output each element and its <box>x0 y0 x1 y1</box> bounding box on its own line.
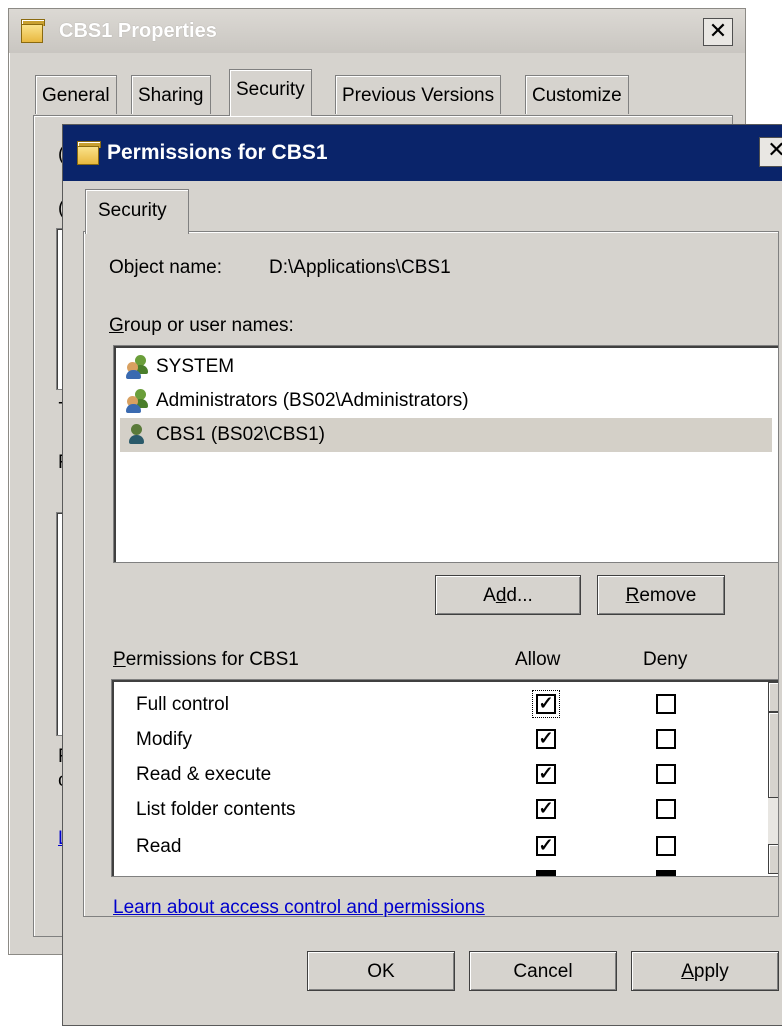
folder-icon <box>77 141 101 165</box>
group-user-listbox[interactable]: SYSTEM Administrators (BS02\Administrato… <box>113 345 779 563</box>
close-icon[interactable]: ✕ <box>759 137 782 167</box>
permission-row: List folder contents <box>136 793 295 827</box>
folder-icon <box>21 19 45 43</box>
permissions-label: Permissions for CBS1 <box>113 649 299 670</box>
object-name-label: Object name: <box>109 257 222 278</box>
permission-name: Modify <box>136 729 192 750</box>
permissions-list: Full control ✓ Modify ✓ Read & execute ✓… <box>111 679 779 877</box>
user-name: CBS1 (BS02\CBS1) <box>156 424 325 445</box>
permission-name: Read & execute <box>136 764 272 785</box>
list-item-selected[interactable]: CBS1 (BS02\CBS1) <box>120 418 772 452</box>
ok-button[interactable]: OK <box>307 951 455 991</box>
properties-title-bar[interactable]: CBS1 Properties ✕ <box>9 9 745 53</box>
group-user-label-accel: G <box>109 315 124 336</box>
list-item[interactable]: SYSTEM <box>120 350 772 384</box>
user-name: SYSTEM <box>156 356 235 377</box>
close-icon[interactable]: ✕ <box>703 18 733 46</box>
list-item[interactable]: Administrators (BS02\Administrators) <box>120 384 772 418</box>
permissions-dialog: Permissions for CBS1 ✕ Security Object n… <box>62 124 782 1026</box>
add-button[interactable]: Add... <box>435 575 581 615</box>
remove-button[interactable]: Remove <box>597 575 725 615</box>
permission-row: Read & execute <box>136 758 271 792</box>
permission-name: List folder contents <box>136 799 296 820</box>
permissions-title-bar[interactable]: Permissions for CBS1 ✕ <box>63 125 782 181</box>
allow-checkbox[interactable]: ✓ <box>532 690 560 718</box>
allow-checkbox[interactable]: ✓ <box>536 799 556 819</box>
permission-row: Full control <box>136 688 229 722</box>
deny-checkbox[interactable] <box>656 694 676 714</box>
tab-security[interactable]: Security <box>229 69 312 116</box>
deny-checkbox[interactable] <box>656 836 676 856</box>
allow-checkbox[interactable]: ✓ <box>536 729 556 749</box>
allow-checkbox[interactable]: ✓ <box>536 764 556 784</box>
deny-checkbox[interactable] <box>656 799 676 819</box>
scroll-down-icon[interactable]: ▼ <box>768 844 778 874</box>
allow-checkbox[interactable]: ✓ <box>536 836 556 856</box>
permission-name: Full control <box>136 694 229 715</box>
clipped-checkbox <box>536 870 556 876</box>
tab-security[interactable]: Security <box>85 189 189 234</box>
group-user-label-text: roup or user names: <box>123 315 294 336</box>
clipped-checkbox <box>656 870 676 876</box>
group-user-label: Group or user names: <box>109 315 294 337</box>
user-name: Administrators (BS02\Administrators) <box>156 390 469 411</box>
tab-sharing[interactable]: Sharing <box>131 75 211 114</box>
tab-previous-versions[interactable]: Previous Versions <box>335 75 502 114</box>
tab-general[interactable]: General <box>35 75 117 114</box>
learn-more-link[interactable]: Learn about access control and permissio… <box>113 897 485 919</box>
scroll-thumb[interactable] <box>768 712 778 798</box>
allow-header: Allow <box>515 649 561 670</box>
user-group-icon <box>126 355 150 379</box>
cancel-button[interactable]: Cancel <box>469 951 617 991</box>
tab-customize[interactable]: Customize <box>525 75 629 114</box>
permissions-scrollbar[interactable]: ▲ ▼ <box>768 682 778 874</box>
permissions-title: Permissions for CBS1 <box>107 141 328 164</box>
tab-security-label: Security <box>98 200 167 221</box>
deny-checkbox[interactable] <box>656 729 676 749</box>
user-group-icon <box>126 389 150 413</box>
permission-name: Read <box>136 836 182 857</box>
deny-header: Deny <box>643 649 688 670</box>
deny-checkbox[interactable] <box>656 764 676 784</box>
permission-row: Read <box>136 830 181 864</box>
user-icon <box>126 423 150 447</box>
permission-row: Modify <box>136 723 192 757</box>
scroll-up-icon[interactable]: ▲ <box>768 682 778 712</box>
apply-button[interactable]: Apply <box>631 951 779 991</box>
object-name-value: D:\Applications\CBS1 <box>269 257 451 278</box>
properties-title: CBS1 Properties <box>59 20 217 42</box>
